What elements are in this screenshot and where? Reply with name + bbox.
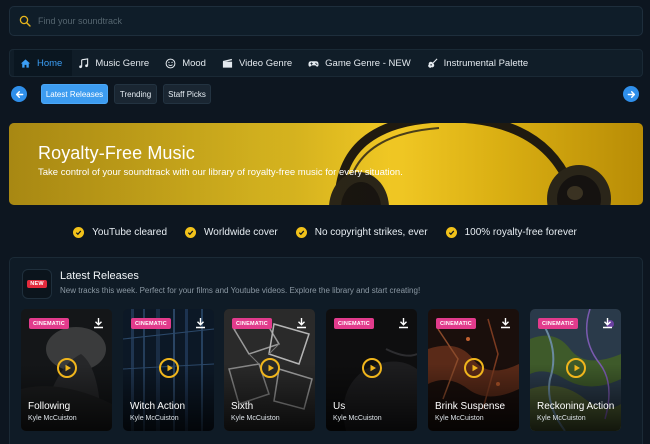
genre-tag: CINEMATIC	[334, 318, 374, 329]
play-button[interactable]	[260, 358, 280, 378]
feature-item: Worldwide cover	[185, 224, 278, 240]
tab-video-genre[interactable]: Video Genre	[216, 50, 302, 76]
tab-label: Mood	[182, 57, 206, 69]
new-badge-label: NEW	[27, 280, 47, 288]
music-note-icon	[79, 57, 89, 68]
arrow-right-icon	[627, 90, 635, 98]
download-icon[interactable]	[398, 317, 409, 329]
track-card-witch-action[interactable]: CINEMATIC Witch Action Kyle McCuiston	[123, 309, 214, 431]
track-artist: Kyle McCuiston	[537, 415, 586, 422]
feature-item: 100% royalty-free forever	[445, 224, 577, 240]
play-button[interactable]	[362, 358, 382, 378]
hero-overlay	[9, 123, 643, 205]
track-title: Following	[28, 401, 71, 412]
track-card-reckoning-action[interactable]: CINEMATIC Reckoning Action Kyle McCuisto…	[530, 309, 621, 431]
track-title: Reckoning Action	[537, 401, 615, 412]
download-icon[interactable]	[500, 317, 511, 329]
new-badge: NEW	[22, 269, 52, 299]
play-icon	[370, 364, 376, 372]
play-icon	[574, 364, 580, 372]
tab-label: Home	[37, 57, 63, 69]
search-icon	[19, 15, 31, 27]
tab-music-genre[interactable]: Music Genre	[72, 50, 159, 76]
download-icon[interactable]	[296, 317, 307, 329]
home-icon	[20, 58, 31, 68]
tab-instrumental-palette[interactable]: Instrumental Palette	[421, 50, 539, 76]
features-row: YouTube cleared Worldwide cover No copyr…	[0, 224, 650, 240]
tab-mood[interactable]: Mood	[159, 50, 216, 76]
genre-tag: CINEMATIC	[436, 318, 476, 329]
track-title: Witch Action	[130, 401, 186, 412]
track-artist: Kyle McCuiston	[435, 415, 484, 422]
track-card-following[interactable]: CINEMATIC Following Kyle McCuiston	[21, 309, 112, 431]
feature-item: No copyright strikes, ever	[295, 224, 428, 240]
main-nav: Home Music Genre Mood Video Genre Game G…	[9, 49, 643, 77]
tab-label: Instrumental Palette	[443, 57, 529, 69]
tab-label: Music Genre	[95, 57, 150, 69]
search-input[interactable]	[38, 16, 598, 26]
pill-trending[interactable]: Trending	[114, 84, 157, 104]
smiley-icon	[165, 58, 176, 68]
play-button[interactable]	[566, 358, 586, 378]
pill-staff-picks[interactable]: Staff Picks	[163, 84, 211, 104]
hero-banner: Royalty-Free Music Take control of your …	[9, 123, 643, 205]
play-button[interactable]	[57, 358, 77, 378]
feature-label: No copyright strikes, ever	[314, 226, 428, 238]
feature-item: YouTube cleared	[73, 224, 167, 240]
genre-tag: CINEMATIC	[131, 318, 171, 329]
track-title: Sixth	[231, 401, 254, 412]
check-circle-icon	[185, 226, 197, 238]
scroll-left-button[interactable]	[11, 86, 27, 102]
hero-title: Royalty-Free Music	[38, 143, 195, 163]
track-card-sixth[interactable]: CINEMATIC Sixth Kyle McCuiston	[224, 309, 315, 431]
download-icon[interactable]	[93, 317, 104, 329]
track-artist: Kyle McCuiston	[231, 415, 280, 422]
play-icon	[65, 364, 71, 372]
scroll-right-button[interactable]	[623, 86, 639, 102]
play-icon	[472, 364, 478, 372]
play-button[interactable]	[464, 358, 484, 378]
pill-latest-releases[interactable]: Latest Releases	[41, 84, 108, 104]
tab-label: Video Genre	[238, 57, 293, 69]
feature-label: Worldwide cover	[204, 226, 278, 238]
feature-label: YouTube cleared	[92, 226, 168, 238]
tab-home[interactable]: Home	[14, 50, 73, 76]
play-icon	[268, 364, 274, 372]
play-button[interactable]	[159, 358, 179, 378]
section-subtitle: New tracks this week. Perfect for your f…	[60, 286, 421, 295]
track-title: Brink Suspense	[435, 401, 506, 412]
feature-label: 100% royalty-free forever	[464, 226, 577, 238]
film-icon	[222, 58, 233, 68]
arrow-left-icon	[15, 90, 23, 98]
tab-label: Game Genre - NEW	[325, 57, 411, 69]
latest-releases-section: NEW Latest Releases New tracks this week…	[9, 257, 643, 444]
track-title: Us	[333, 401, 346, 412]
track-artist: Kyle McCuiston	[130, 415, 179, 422]
track-card-us[interactable]: CINEMATIC Us Kyle McCuiston	[326, 309, 417, 431]
track-artist: Kyle McCuiston	[28, 415, 77, 422]
guitar-icon	[427, 58, 438, 68]
gamepad-icon	[308, 60, 319, 67]
track-artist: Kyle McCuiston	[333, 415, 382, 422]
download-icon[interactable]	[195, 317, 206, 329]
track-card-brink-suspense[interactable]: CINEMATIC Brink Suspense Kyle McCuiston	[428, 309, 519, 431]
genre-tag: CINEMATIC	[29, 318, 69, 329]
genre-tag: CINEMATIC	[538, 318, 578, 329]
genre-tag: CINEMATIC	[232, 318, 272, 329]
play-icon	[167, 364, 173, 372]
download-icon[interactable]	[602, 317, 613, 329]
check-circle-icon	[73, 226, 85, 238]
search-bar[interactable]	[9, 6, 643, 36]
check-circle-icon	[295, 226, 307, 238]
section-title: Latest Releases	[60, 270, 139, 282]
check-circle-icon	[445, 226, 457, 238]
tab-game-genre[interactable]: Game Genre - NEW	[302, 50, 421, 76]
hero-subtitle: Take control of your soundtrack with our…	[38, 167, 403, 178]
